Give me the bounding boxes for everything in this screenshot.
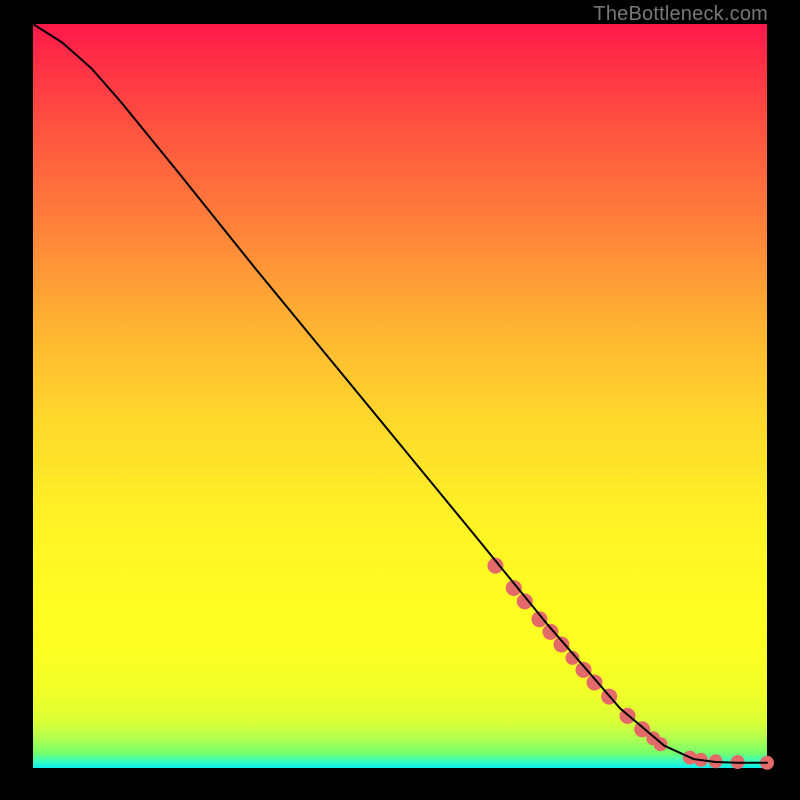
chart-svg [33, 24, 767, 768]
markers-layer [487, 558, 774, 770]
data-marker [576, 662, 592, 678]
curve-line [33, 24, 767, 763]
chart-stage: TheBottleneck.com [0, 0, 800, 800]
data-marker [587, 674, 603, 690]
data-marker [542, 624, 558, 640]
data-marker [553, 637, 569, 653]
watermark-text: TheBottleneck.com [593, 3, 768, 26]
